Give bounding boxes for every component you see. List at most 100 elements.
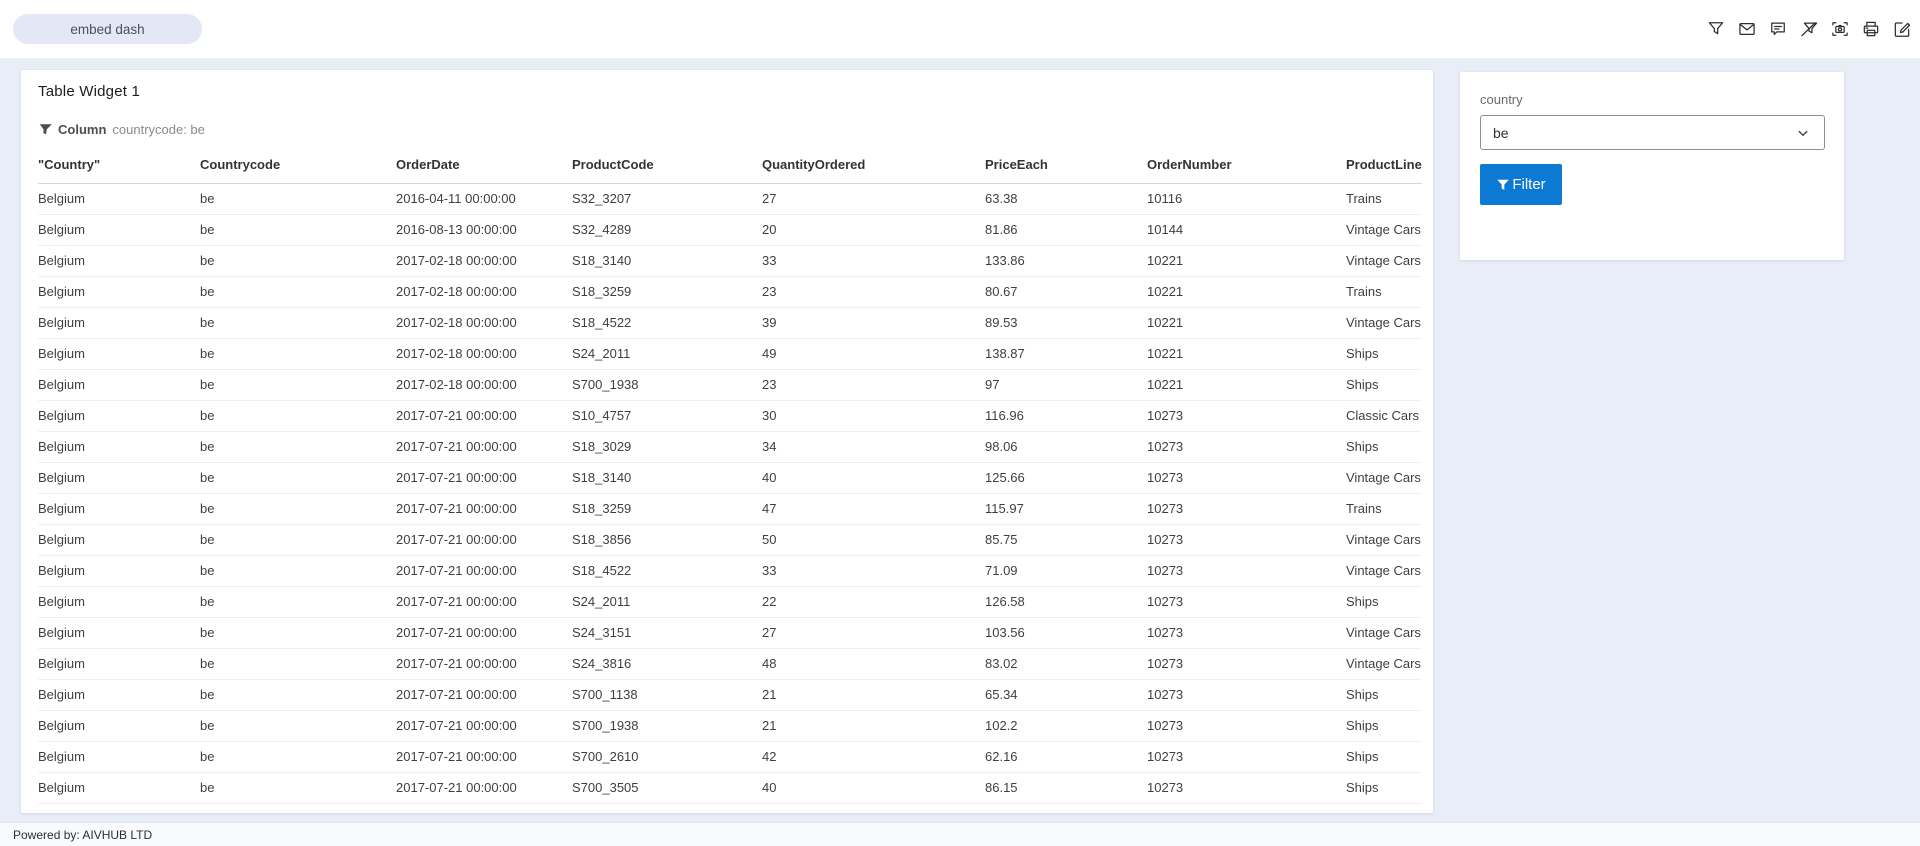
table-cell: be [200, 431, 396, 462]
capture-icon [1830, 19, 1850, 39]
comment-button[interactable] [1767, 19, 1788, 40]
table-cell: 2017-02-18 00:00:00 [396, 338, 572, 369]
table-cell: 116.96 [985, 400, 1147, 431]
table-cell: 89.53 [985, 307, 1147, 338]
table-cell: S700_1138 [572, 679, 762, 710]
table-cell: be [200, 617, 396, 648]
table-cell: Belgium [38, 772, 200, 803]
column-header[interactable]: PriceEach [985, 147, 1147, 183]
widget-title: Table Widget 1 [38, 82, 1433, 101]
table-cell: be [200, 369, 396, 400]
table-cell: be [200, 493, 396, 524]
table-cell: be [200, 648, 396, 679]
table-row: Belgiumbe2017-07-21 00:00:00S700_1938211… [38, 710, 1422, 741]
table-cell: 34 [762, 431, 985, 462]
table-cell: 98.06 [985, 431, 1147, 462]
column-header[interactable]: QuantityOrdered [762, 147, 985, 183]
column-header[interactable]: "Country" [38, 147, 200, 183]
table-cell: Belgium [38, 741, 200, 772]
column-header[interactable]: Countrycode [200, 147, 396, 183]
table-cell: 10273 [1147, 586, 1346, 617]
table-cell: 2017-07-21 00:00:00 [396, 462, 572, 493]
embed-dash-pill[interactable]: embed dash [13, 14, 202, 44]
table-cell: Belgium [38, 462, 200, 493]
table-cell: Belgium [38, 400, 200, 431]
table-cell: Belgium [38, 431, 200, 462]
table-cell: 10273 [1147, 524, 1346, 555]
column-header[interactable]: ProductCode [572, 147, 762, 183]
table-cell: be [200, 307, 396, 338]
table-cell: Belgium [38, 276, 200, 307]
apply-filter-button[interactable]: Filter [1480, 164, 1562, 205]
table-cell: S32_3207 [572, 183, 762, 214]
table-cell: 33 [762, 555, 985, 586]
country-select[interactable]: be [1480, 115, 1825, 150]
table-cell: 2017-07-21 00:00:00 [396, 493, 572, 524]
table-cell: 10273 [1147, 772, 1346, 803]
filter-button-label: Filter [1512, 176, 1545, 193]
table-cell: 63.38 [985, 183, 1147, 214]
print-button[interactable] [1860, 19, 1881, 40]
table-cell: S18_3856 [572, 524, 762, 555]
table-cell: Belgium [38, 617, 200, 648]
table-cell: Vintage Cars [1346, 214, 1422, 245]
table-cell: 10273 [1147, 462, 1346, 493]
table-cell: S18_3259 [572, 493, 762, 524]
table-cell: 33 [762, 245, 985, 276]
mail-button[interactable] [1736, 19, 1757, 40]
table-cell: 2016-08-13 00:00:00 [396, 214, 572, 245]
table-cell: 71.09 [985, 555, 1147, 586]
column-header[interactable]: OrderDate [396, 147, 572, 183]
table-cell: 2016-04-11 00:00:00 [396, 183, 572, 214]
table-cell: S24_3816 [572, 648, 762, 679]
table-cell: Trains [1346, 493, 1422, 524]
table-row: Belgiumbe2017-07-21 00:00:00S18_31404012… [38, 462, 1422, 493]
table-cell: 40 [762, 462, 985, 493]
table-cell: be [200, 741, 396, 772]
table-cell: 10273 [1147, 617, 1346, 648]
table-cell: 50 [762, 524, 985, 555]
table-cell: 27 [762, 183, 985, 214]
country-field-label: country [1480, 92, 1824, 108]
table-row: Belgiumbe2017-07-21 00:00:00S700_1138216… [38, 679, 1422, 710]
table-row: Belgiumbe2017-07-21 00:00:00S24_20112212… [38, 586, 1422, 617]
table-cell: 42 [762, 741, 985, 772]
table-cell: Belgium [38, 679, 200, 710]
table-cell: Ships [1346, 586, 1422, 617]
filter-button[interactable] [1705, 19, 1726, 40]
table-cell: Vintage Cars [1346, 524, 1422, 555]
table-cell: Belgium [38, 338, 200, 369]
comment-icon [1768, 19, 1788, 39]
table-cell: 133.86 [985, 245, 1147, 276]
table-cell: Belgium [38, 710, 200, 741]
table-cell: Ships [1346, 741, 1422, 772]
table-row: Belgiumbe2016-04-11 00:00:00S32_32072763… [38, 183, 1422, 214]
table-cell: 48 [762, 648, 985, 679]
filter-off-icon [1799, 19, 1819, 39]
column-header[interactable]: ProductLine [1346, 147, 1422, 183]
table-cell: 2017-07-21 00:00:00 [396, 772, 572, 803]
filter-off-button[interactable] [1798, 19, 1819, 40]
table-cell: 83.02 [985, 648, 1147, 679]
table-cell: 80.67 [985, 276, 1147, 307]
table-cell: 23 [762, 276, 985, 307]
table-cell: S24_3151 [572, 617, 762, 648]
table-cell: 2017-07-21 00:00:00 [396, 648, 572, 679]
filter-column-label: Column [58, 122, 106, 137]
capture-button[interactable] [1829, 19, 1850, 40]
data-table: "Country"CountrycodeOrderDateProductCode… [38, 147, 1422, 804]
column-header[interactable]: OrderNumber [1147, 147, 1346, 183]
table-cell: 23 [762, 369, 985, 400]
filter-button-funnel-icon [1496, 178, 1510, 192]
edit-button[interactable] [1891, 19, 1912, 40]
table-cell: Ships [1346, 772, 1422, 803]
table-cell: 2017-02-18 00:00:00 [396, 245, 572, 276]
table-cell: Ships [1346, 338, 1422, 369]
filter-icon [1706, 19, 1726, 39]
chevron-down-icon [1794, 124, 1812, 142]
table-cell: Ships [1346, 369, 1422, 400]
table-cell: 22 [762, 586, 985, 617]
country-select-value: be [1493, 125, 1509, 141]
table-cell: 10273 [1147, 679, 1346, 710]
table-cell: Belgium [38, 524, 200, 555]
